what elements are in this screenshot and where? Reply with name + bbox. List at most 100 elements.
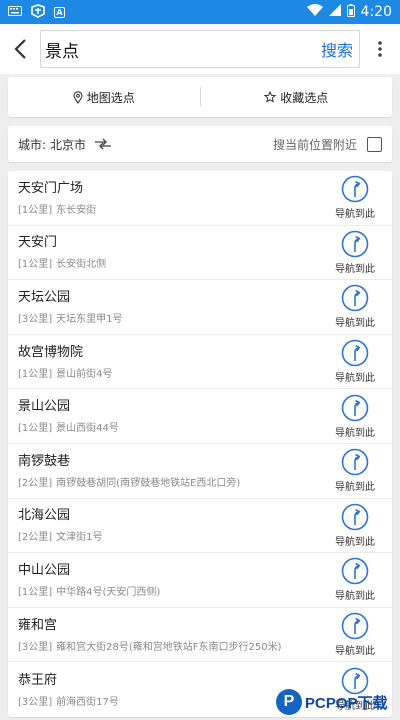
navigation-arrow-icon [341,230,369,258]
result-meta: [3公里] 雍和宫大街28号(雍和宫地铁站F东南口步行250米) [18,638,328,653]
result-address: 天坛东里甲1号 [56,313,123,325]
result-info: 中山公园 [1公里] 中华路4号(天安门西侧) [18,562,328,598]
result-info: 雍和宫 [3公里] 雍和宫大街28号(雍和宫地铁站F东南口步行250米) [18,617,328,653]
result-meta: [2公里] 南锣鼓巷胡同(南锣鼓巷地铁站E西北口旁) [18,474,328,489]
result-row[interactable]: 中山公园 [1公里] 中华路4号(天安门西侧) 导航到此 [8,553,392,608]
navigate-button[interactable]: 导航到此 [328,503,382,548]
star-icon [264,91,277,103]
navigation-arrow-icon [341,394,369,422]
result-row[interactable]: 南锣鼓巷 [2公里] 南锣鼓巷胡同(南锣鼓巷地铁站E西北口旁) 导航到此 [8,444,392,499]
signal-icon [328,4,341,20]
navigate-label: 导航到此 [335,318,375,330]
navigate-label: 导航到此 [335,427,375,439]
results-list: 天安门广场 [1公里] 东长安街 导航到此 天安门 [1公里] 长安街北侧 导航到此 天坛公园[… [8,171,392,717]
city-row: 城市: 北京市 搜当前位置附近 [8,126,392,162]
result-distance: [1公里] [18,423,53,435]
result-distance: [3公里] [18,313,53,325]
keyboard-icon [8,6,22,18]
result-address: 前海西街17号 [56,696,119,708]
result-distance: [3公里] [18,641,53,653]
search-button[interactable]: 搜索 [321,37,353,61]
nearby-label: 搜当前位置附近 [272,137,357,152]
navigation-arrow-icon [341,557,369,585]
result-info: 景山公园 [1公里] 景山西街44号 [18,398,328,434]
navigation-arrow-icon [341,284,369,312]
result-meta: [2公里] 文津街1号 [18,528,328,543]
result-address: 文津街1号 [56,532,103,544]
map-pick-button[interactable]: 地图选点 [8,77,200,117]
a-icon: A [54,6,65,18]
city-value[interactable]: 北京市 [50,136,86,153]
result-meta: [1公里] 景山前街4号 [18,365,328,380]
result-distance: [1公里] [18,204,53,216]
result-row[interactable]: 天安门广场 [1公里] 东长安街 导航到此 [8,171,392,226]
navigate-button[interactable]: 导航到此 [328,284,382,329]
navigate-label: 导航到此 [335,646,375,658]
back-button[interactable] [0,24,40,74]
result-name: 景山公园 [18,399,71,415]
search-bar: 搜索 [0,24,400,74]
result-name: 天坛公园 [18,289,71,305]
result-address: 景山前街4号 [56,368,113,380]
navigate-label: 导航到此 [335,536,375,548]
navigation-arrow-icon [341,175,369,203]
city-label: 城市: [18,137,47,152]
app-icon [30,4,46,20]
nearby-checkbox[interactable] [367,136,382,152]
result-row[interactable]: 故宫博物院 [1公里] 景山前街4号 导航到此 [8,335,392,390]
result-name: 故宫博物院 [18,344,84,360]
navigate-label: 导航到此 [335,591,375,603]
favorites-pick-label: 收藏选点 [280,90,329,105]
result-name: 雍和宫 [18,617,58,633]
result-name: 南锣鼓巷 [18,453,71,469]
result-name: 北海公园 [18,508,71,524]
navigate-button[interactable]: 导航到此 [328,557,382,602]
navigate-button[interactable]: 导航到此 [328,175,382,220]
result-info: 北海公园 [2公里] 文津街1号 [18,507,328,543]
result-row[interactable]: 雍和宫 [3公里] 雍和宫大街28号(雍和宫地铁站F东南口步行250米) 导航到此 [8,608,392,663]
navigation-arrow-icon [341,339,369,367]
result-meta: [3公里] 天坛东里甲1号 [18,310,328,325]
result-address: 中华路4号(天安门西侧) [56,586,161,598]
navigate-label: 导航到此 [335,263,375,275]
pick-options: 地图选点 收藏选点 [8,77,392,117]
switch-city-icon[interactable] [94,138,112,150]
status-bar: A 4:20 [0,0,400,24]
navigation-arrow-icon [341,448,369,476]
result-row[interactable]: 天坛公园 [3公里] 天坛东里甲1号 导航到此 [8,280,392,335]
navigate-button[interactable]: 导航到此 [328,230,382,275]
result-distance: [1公里] [18,586,53,598]
result-row[interactable]: 北海公园 [2公里] 文津街1号 导航到此 [8,499,392,554]
result-info: 天坛公园 [3公里] 天坛东里甲1号 [18,289,328,325]
result-name: 天安门 [18,235,58,251]
navigate-button[interactable]: 导航到此 [328,612,382,657]
more-vertical-icon [378,41,382,57]
search-box: 搜索 [40,30,360,68]
navigate-button[interactable]: 导航到此 [328,394,382,439]
navigate-button[interactable]: 导航到此 [328,448,382,493]
result-meta: [1公里] 景山西街44号 [18,419,328,434]
clock: 4:20 [360,4,392,20]
navigation-arrow-icon [341,503,369,531]
location-pin-icon [73,90,83,104]
result-distance: [3公里] [18,696,53,708]
result-meta: [1公里] 中华路4号(天安门西侧) [18,583,328,598]
result-name: 天安门广场 [18,180,84,196]
more-menu-button[interactable] [360,24,400,74]
navigate-label: 导航到此 [335,209,375,221]
result-distance: [2公里] [18,532,53,544]
result-distance: [1公里] [18,368,53,380]
result-meta: [1公里] 东长安街 [18,201,328,216]
back-arrow-icon [14,39,26,59]
favorites-pick-button[interactable]: 收藏选点 [201,77,393,117]
navigate-button[interactable]: 导航到此 [328,339,382,384]
search-input[interactable] [45,39,321,59]
result-row[interactable]: 景山公园 [1公里] 景山西街44号 导航到此 [8,389,392,444]
watermark-text: PCPOP下载 [305,694,388,712]
result-row[interactable]: 天安门 [1公里] 长安街北侧 导航到此 [8,226,392,281]
watermark: P PCPOP下载 [276,684,400,720]
navigate-label: 导航到此 [335,482,375,494]
result-address: 长安街北侧 [56,259,107,271]
result-distance: [1公里] [18,259,53,271]
map-pick-label: 地图选点 [86,90,135,105]
